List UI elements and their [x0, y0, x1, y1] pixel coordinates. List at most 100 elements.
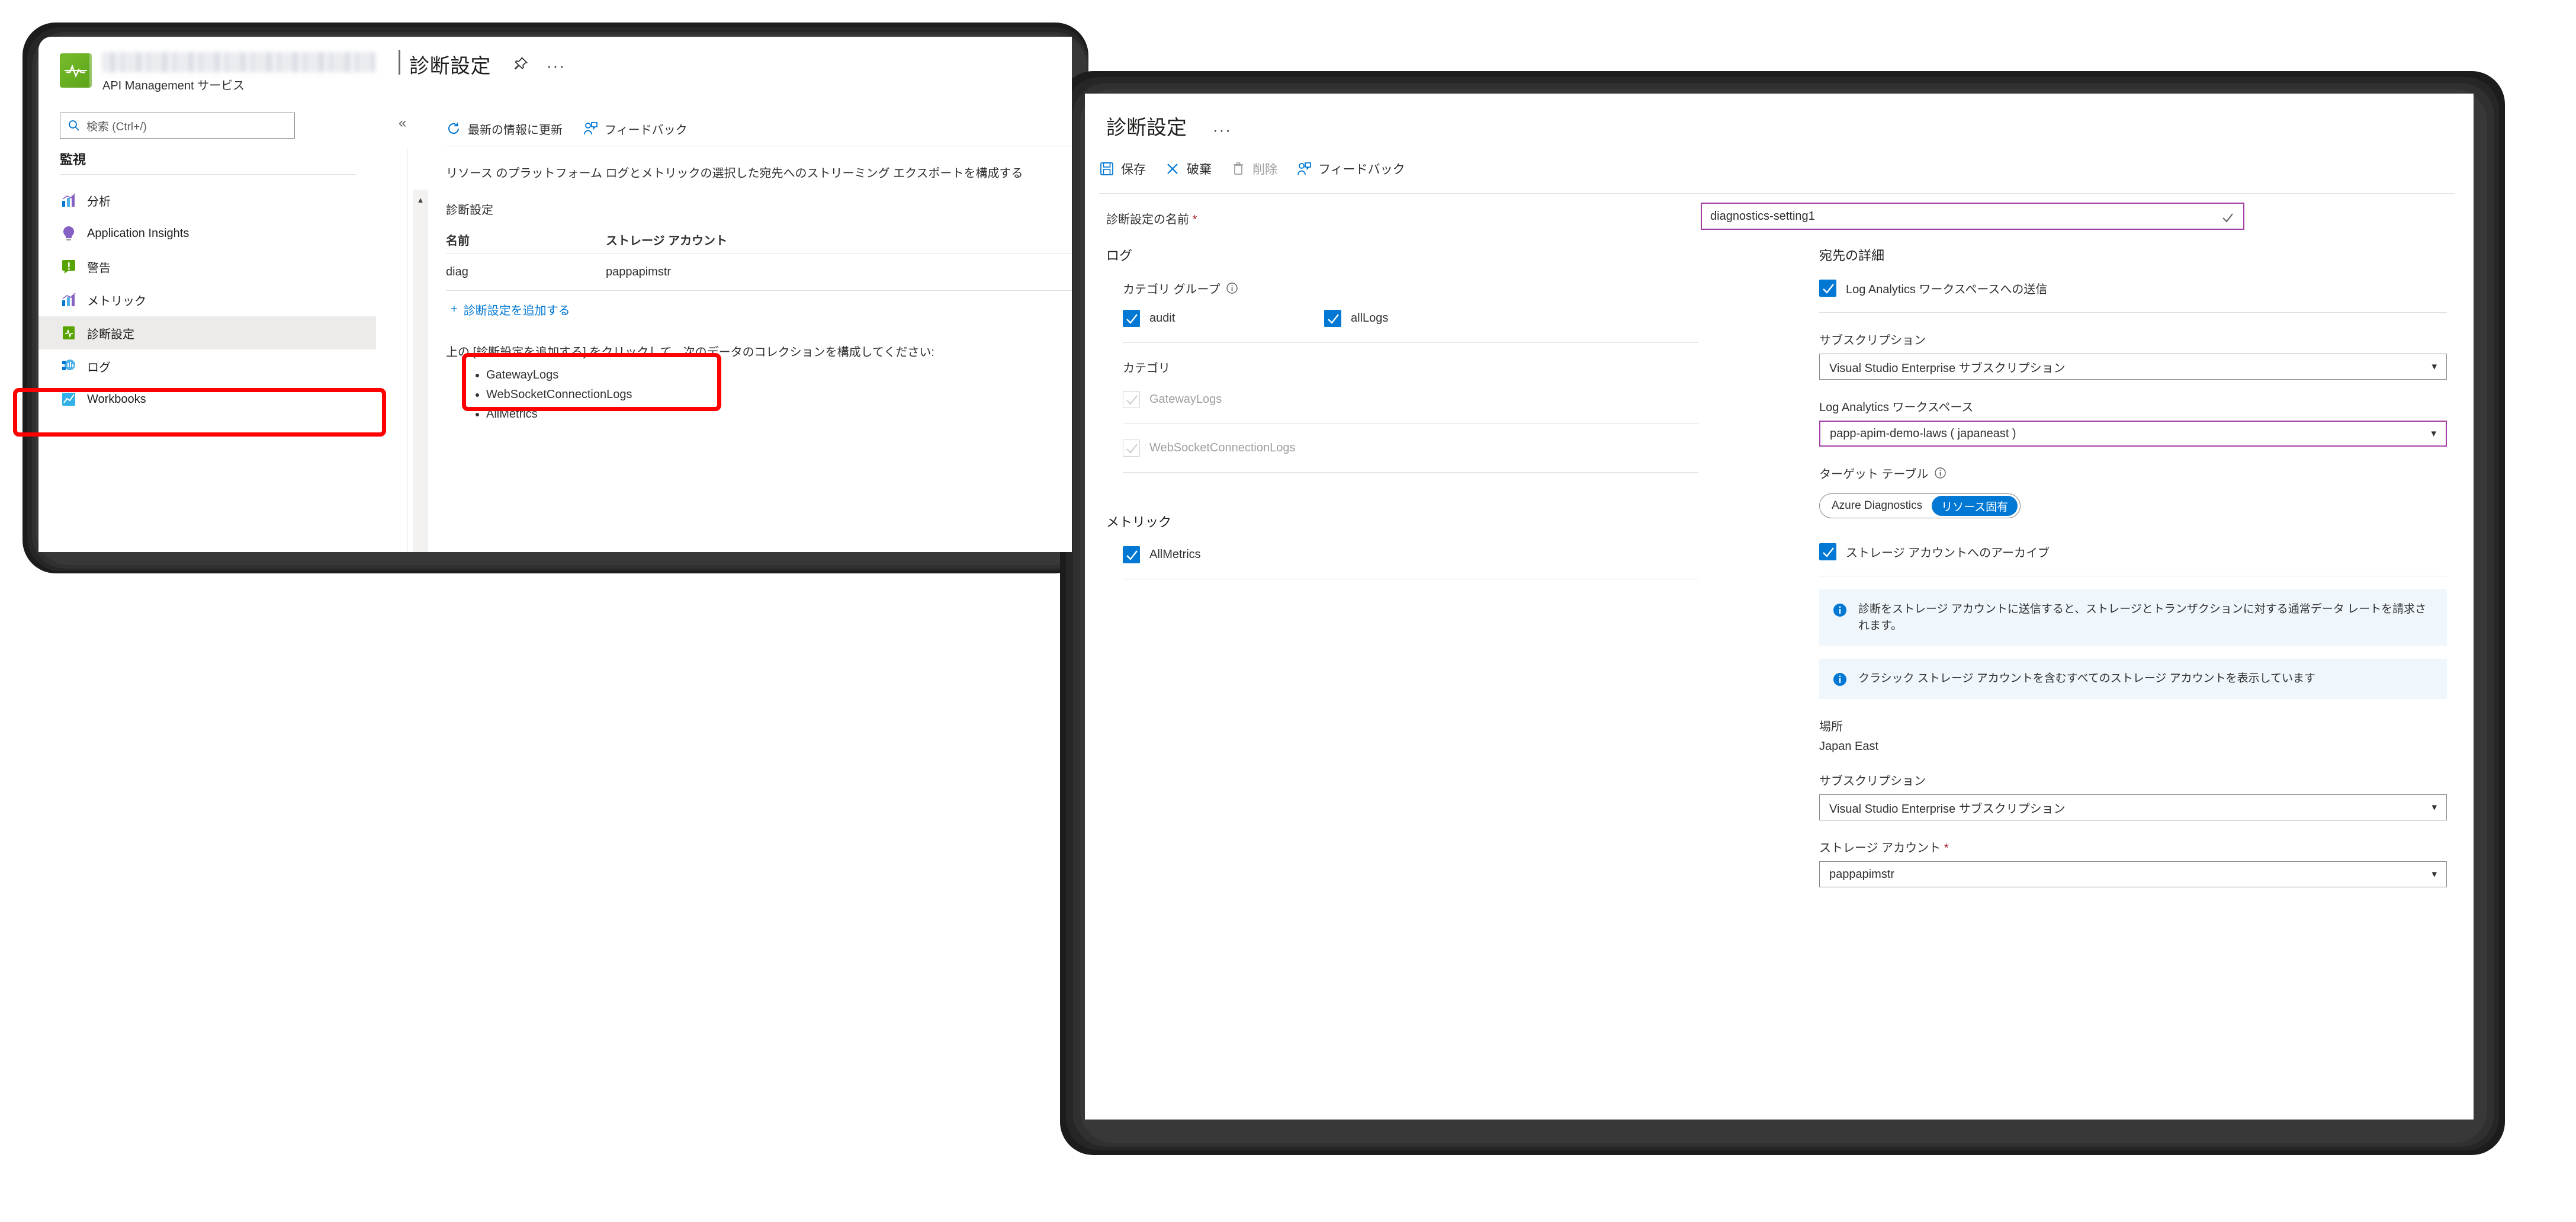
page-title: 診断設定	[409, 55, 491, 78]
storage-subscription-select[interactable]: Visual Studio Enterprise サブスクリプション ▾	[1819, 794, 2447, 821]
logs-divider	[1123, 342, 1698, 343]
checkbox-box	[1123, 310, 1140, 327]
setting-name-value: diagnostics-setting1	[1710, 209, 1815, 223]
location-field: 場所 Japan East	[1819, 717, 2447, 753]
checkbox-audit[interactable]: audit	[1123, 310, 1324, 327]
storage-account-label: ストレージ アカウント *	[1819, 838, 2447, 855]
checkbox-box	[1123, 391, 1140, 408]
sidebar-nav: 監視 分析 Application Insights 警告 メトリック 診断設定…	[38, 149, 376, 552]
log-analytics-workspace-field: Log Analytics ワークスペース papp-apim-demo-law…	[1819, 397, 2447, 447]
api-management-blade: API Management サービス 診断設定 ··· 検索 (Ctrl+/)…	[38, 37, 1072, 552]
chevron-down-icon: ▾	[2432, 801, 2437, 813]
add-diagnostic-setting-label: 診断設定を追加する	[463, 304, 570, 317]
discard-x-icon	[1167, 163, 1178, 174]
storage-account-value: pappapimstr	[1829, 867, 1895, 881]
collapse-nav-button[interactable]: «	[399, 115, 406, 131]
pin-icon[interactable]	[512, 56, 529, 72]
save-icon	[1100, 162, 1113, 175]
checkbox-label: ストレージ アカウントへのアーカイブ	[1846, 547, 2050, 560]
sidebar-item-workbooks[interactable]: Workbooks	[38, 383, 376, 416]
search-input[interactable]: 検索 (Ctrl+/)	[60, 113, 295, 139]
storage-account-select[interactable]: pappapimstr ▾	[1819, 861, 2447, 888]
checkbox-label: AllMetrics	[1149, 548, 1201, 561]
metrics-chart-icon	[60, 291, 78, 309]
nav-divider	[60, 174, 356, 175]
sidebar-item-alerts[interactable]: 警告	[38, 250, 376, 283]
checkbox-allmetrics[interactable]: AllMetrics	[1123, 546, 1698, 563]
storage-cost-banner-text: 診断をストレージ アカウントに送信すると、ストレージとトランザクションに対する通…	[1858, 603, 2427, 632]
feedback-label: フィードバック	[605, 123, 688, 137]
sidebar-item-label: 診断設定	[87, 328, 134, 341]
target-table-label: ターゲット テーブル	[1819, 464, 2447, 482]
dialog-more-options-icon[interactable]: ···	[1213, 121, 1232, 139]
checkbox-box	[1819, 280, 1836, 297]
checkbox-send-to-log-analytics[interactable]: Log Analytics ワークスペースへの送信	[1819, 280, 2447, 297]
sidebar-item-metrics[interactable]: メトリック	[38, 283, 376, 316]
target-table-label-text: ターゲット テーブル	[1819, 468, 1929, 481]
sidebar-item-application-insights[interactable]: Application Insights	[38, 217, 376, 250]
pulse-glyph	[66, 64, 85, 78]
storage-cost-banner: 診断をストレージ アカウントに送信すると、ストレージとトランザクションに対する通…	[1819, 589, 2447, 646]
data-collection-list: GatewayLogs WebSocketConnectionLogs AllM…	[471, 368, 632, 427]
table-divider	[446, 290, 1072, 291]
sidebar-item-label: Application Insights	[87, 226, 189, 240]
dialog-title: 診断設定	[1106, 117, 1187, 139]
analytics-chart-icon	[60, 191, 78, 209]
workbooks-icon	[60, 390, 78, 408]
workspace-label: Log Analytics ワークスペース	[1819, 401, 1974, 414]
target-table-toggle-group[interactable]: Azure Diagnostics リソース固有	[1819, 493, 2021, 518]
checkbox-box	[1819, 543, 1836, 560]
destination-column: 宛先の詳細 Log Analytics ワークスペースへの送信 サブスクリプショ…	[1819, 245, 2447, 888]
more-options-icon[interactable]: ···	[547, 57, 566, 75]
refresh-button[interactable]: 最新の情報に更新	[446, 120, 563, 137]
target-table-option-azure-diagnostics[interactable]: Azure Diagnostics	[1822, 496, 1932, 516]
checkbox-archive-to-storage-account[interactable]: ストレージ アカウントへのアーカイブ	[1819, 543, 2447, 560]
storage-subscription-value: Visual Studio Enterprise サブスクリプション	[1829, 802, 2066, 816]
checkbox-alllogs[interactable]: allLogs	[1324, 310, 1525, 327]
resource-type-label: API Management サービス	[102, 79, 245, 92]
api-management-resource-icon	[60, 53, 92, 88]
log-analytics-divider	[1819, 312, 2447, 313]
search-placeholder: 検索 (Ctrl+/)	[86, 120, 147, 133]
sidebar-item-logs[interactable]: ログ	[38, 349, 376, 383]
save-button[interactable]: 保存	[1099, 160, 1146, 178]
dialog-feedback-button[interactable]: フィードバック	[1296, 160, 1405, 178]
delete-button: 削除	[1231, 160, 1277, 178]
category-group-checkbox-row: audit allLogs	[1123, 310, 1698, 327]
discard-button[interactable]: 破棄	[1165, 160, 1212, 178]
delete-label: 削除	[1252, 163, 1277, 177]
category-group-label: カテゴリ グループ	[1123, 280, 1698, 297]
category-label: カテゴリ	[1123, 362, 1170, 375]
feedback-button[interactable]: フィードバック	[583, 120, 688, 137]
info-circle-filled-icon	[1833, 673, 1846, 687]
required-marker: *	[1944, 842, 1949, 855]
list-item: AllMetrics	[486, 408, 632, 421]
subscription-select[interactable]: Visual Studio Enterprise サブスクリプション ▾	[1819, 354, 2447, 380]
info-circle-filled-icon	[1833, 604, 1846, 617]
sidebar-item-label: 分析	[87, 195, 111, 209]
lightbulb-icon	[60, 224, 78, 242]
nav-scroll-up-arrow-icon[interactable]: ▲	[413, 192, 428, 207]
checkbox-websocketconnectionlogs: WebSocketConnectionLogs	[1123, 440, 1698, 457]
blade-content: 最新の情報に更新 フィードバック リソース のプラットフォーム ログとメトリック…	[429, 113, 1072, 552]
table-row[interactable]: diag pappapimstr	[446, 265, 1072, 279]
add-diagnostic-setting-link[interactable]: + 診断設定を追加する	[451, 301, 570, 318]
refresh-label: 最新の情報に更新	[468, 123, 563, 137]
sidebar-item-analytics[interactable]: 分析	[38, 184, 376, 217]
checkbox-box	[1123, 440, 1140, 457]
subscription-label: サブスクリプション	[1819, 775, 1926, 788]
info-circle-icon[interactable]	[1934, 467, 1947, 479]
info-circle-icon[interactable]	[1226, 282, 1238, 294]
sidebar-item-label: Workbooks	[87, 392, 146, 406]
trash-icon	[1234, 162, 1243, 175]
location-value: Japan East	[1819, 740, 1879, 753]
dialog-toolbar-divider	[1099, 193, 2455, 194]
nav-scrollbar[interactable]	[413, 190, 428, 552]
setting-name-input[interactable]: diagnostics-setting1	[1701, 203, 2244, 230]
workspace-select[interactable]: papp-apim-demo-laws ( japaneast ) ▾	[1819, 421, 2447, 447]
sidebar-item-diagnostic-settings[interactable]: 診断設定	[38, 316, 376, 349]
target-table-option-resource-specific[interactable]: リソース固有	[1932, 496, 2018, 516]
logs-column: ログ カテゴリ グループ audit allLogs カテゴリ GatewayL…	[1106, 245, 1698, 579]
resource-name-redacted	[102, 52, 375, 72]
logs-icon	[60, 357, 78, 375]
